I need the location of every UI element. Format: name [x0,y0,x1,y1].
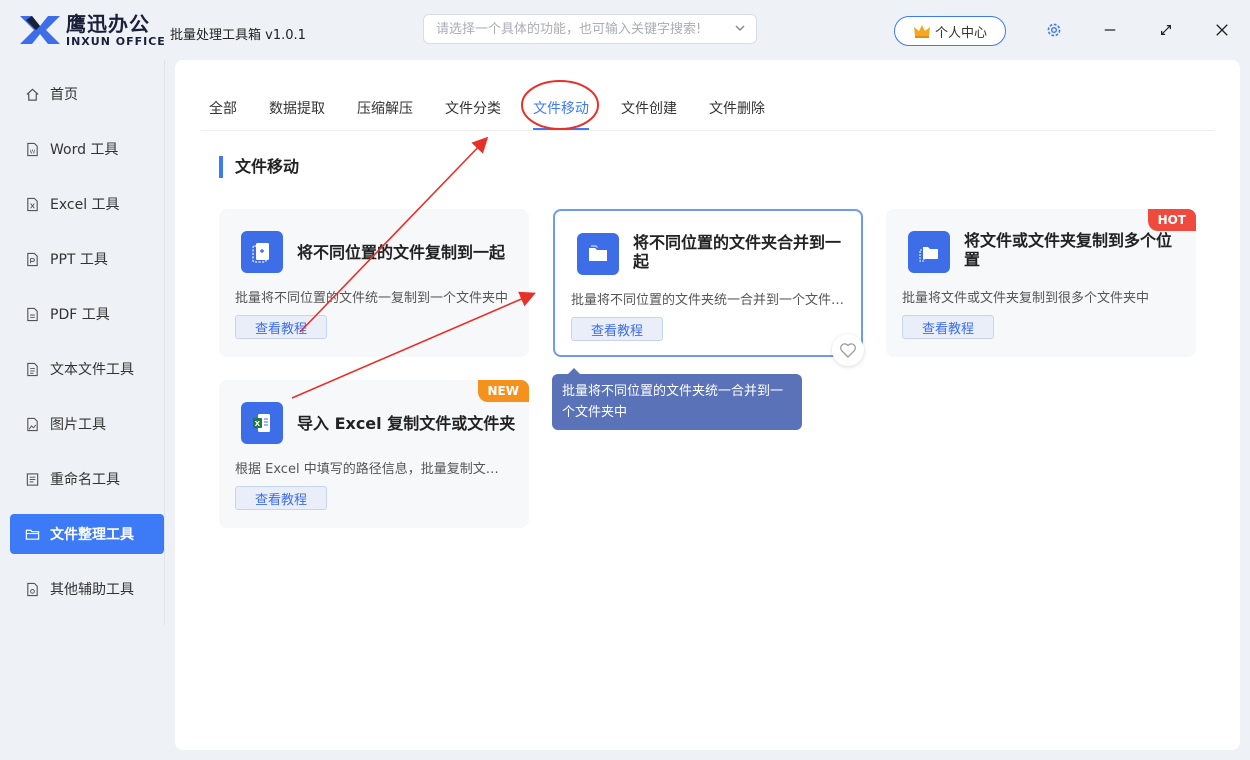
heart-icon [840,343,856,358]
sidebar-item-label: 文件整理工具 [50,527,134,543]
category-tabs: 全部 数据提取 压缩解压 文件分类 文件移动 文件创建 文件删除 [201,86,1215,131]
tab-file-classify[interactable]: 文件分类 [445,98,501,118]
view-tutorial-button[interactable]: 查看教程 [235,315,327,339]
sidebar-item-ppt[interactable]: PPT 工具 [10,239,164,279]
app-logo: 鹰迅办公 INXUN OFFICE [18,12,166,48]
svg-text:W: W [29,149,35,155]
sidebar: 首页 W Word 工具 Excel 工具 PPT 工具 PDF 工具 文本文件… [0,60,168,760]
card-description: 批量将不同位置的文件统一复制到一个文件夹中 [235,291,509,306]
card-description: 根据 Excel 中填写的路径信息，批量复制文件或文件夹 [235,462,511,477]
rename-icon [26,472,38,486]
sidebar-item-excel[interactable]: Excel 工具 [10,184,164,224]
user-center-button[interactable]: 个人中心 [894,16,1006,46]
card-tooltip: 批量将不同位置的文件夹统一合并到一个文件夹中 [552,368,802,430]
excel-import-icon: X [241,402,283,444]
sidebar-item-label: 文本文件工具 [50,362,134,378]
pdf-file-icon [26,307,38,321]
sidebar-item-label: 图片工具 [50,417,106,433]
folder-icon [25,529,39,540]
minimize-button[interactable] [1098,18,1122,42]
sidebar-item-text[interactable]: 文本文件工具 [10,349,164,389]
close-button[interactable] [1210,18,1234,42]
user-center-label: 个人中心 [934,25,987,41]
view-tutorial-button[interactable]: 查看教程 [571,317,663,341]
search-input[interactable] [424,15,738,43]
sidebar-item-label: 重命名工具 [50,472,120,488]
tools-icon [26,582,38,596]
resize-icon [1161,25,1171,35]
card-title: 将文件或文件夹复制到多个位置 [964,231,1173,269]
sidebar-item-label: PPT 工具 [50,252,108,268]
chevron-down-icon[interactable] [734,22,746,34]
view-tutorial-button[interactable]: 查看教程 [235,486,327,510]
card-title: 将不同位置的文件复制到一起 [297,243,506,262]
tab-file-move[interactable]: 文件移动 [533,98,589,130]
sidebar-divider [164,60,165,625]
sidebar-item-file-organize[interactable]: 文件整理工具 [10,514,164,554]
tab-file-create[interactable]: 文件创建 [621,98,677,118]
folder-merge-icon [577,233,619,275]
file-copy-icon [241,231,283,273]
section-title: 文件移动 [219,156,299,178]
sidebar-item-other-tools[interactable]: 其他辅助工具 [10,569,164,609]
logo-cn-text: 鹰迅办公 [66,11,150,36]
tab-all[interactable]: 全部 [209,98,237,118]
sidebar-item-label: 其他辅助工具 [50,582,134,598]
svg-text:X: X [255,420,261,428]
close-icon [1216,24,1228,36]
home-icon [25,88,39,101]
tool-card-copy-to-multiple[interactable]: 将文件或文件夹复制到多个位置 批量将文件或文件夹复制到很多个文件夹中 查看教程 … [886,209,1196,357]
card-description: 批量将文件或文件夹复制到很多个文件夹中 [902,291,1150,306]
tool-card-excel-import-copy[interactable]: X 导入 Excel 复制文件或文件夹 根据 Excel 中填写的路径信息，批量… [219,380,529,528]
sidebar-item-label: PDF 工具 [50,307,110,323]
card-description: 批量将不同位置的文件夹统一合并到一个文件夹中 [571,293,847,308]
card-title: 导入 Excel 复制文件或文件夹 [297,414,516,433]
sidebar-item-label: Excel 工具 [50,197,120,213]
ppt-file-icon [26,252,38,266]
word-file-icon: W [26,142,38,156]
tab-data-extract[interactable]: 数据提取 [269,98,325,118]
sidebar-item-label: Word 工具 [50,142,119,158]
crown-icon [913,25,930,38]
search-box[interactable] [423,14,757,44]
app-title: 批量处理工具箱 v1.0.1 [170,28,306,43]
excel-file-icon [26,197,38,211]
sidebar-item-rename[interactable]: 重命名工具 [10,459,164,499]
maximize-button[interactable] [1154,18,1178,42]
folder-copy-icon [908,231,950,273]
settings-button[interactable] [1042,18,1066,42]
sidebar-item-label: 首页 [50,87,78,103]
tool-card-copy-files[interactable]: 将不同位置的文件复制到一起 批量将不同位置的文件统一复制到一个文件夹中 查看教程 [219,209,529,357]
tool-card-merge-folders[interactable]: 将不同位置的文件夹合并到一起 批量将不同位置的文件夹统一合并到一个文件夹中 查看… [553,209,863,357]
hot-badge: HOT [1147,209,1196,231]
view-tutorial-button[interactable]: 查看教程 [902,315,994,339]
tab-compress[interactable]: 压缩解压 [357,98,413,118]
logo-en-text: INXUN OFFICE [66,34,166,48]
logo-mark-icon [20,16,60,44]
sidebar-item-image[interactable]: 图片工具 [10,404,164,444]
minimize-icon [1104,29,1116,31]
sidebar-item-home[interactable]: 首页 [10,74,164,114]
image-file-icon [26,417,38,431]
title-bar: 鹰迅办公 INXUN OFFICE 批量处理工具箱 v1.0.1 个人中心 [0,0,1250,60]
card-title: 将不同位置的文件夹合并到一起 [633,233,842,271]
sidebar-item-pdf[interactable]: PDF 工具 [10,294,164,334]
text-file-icon [26,362,38,376]
gear-icon [1047,23,1061,37]
sidebar-item-word[interactable]: W Word 工具 [10,129,164,169]
favorite-button[interactable] [832,334,864,366]
new-badge: NEW [477,380,529,402]
tab-file-delete[interactable]: 文件删除 [709,98,765,118]
